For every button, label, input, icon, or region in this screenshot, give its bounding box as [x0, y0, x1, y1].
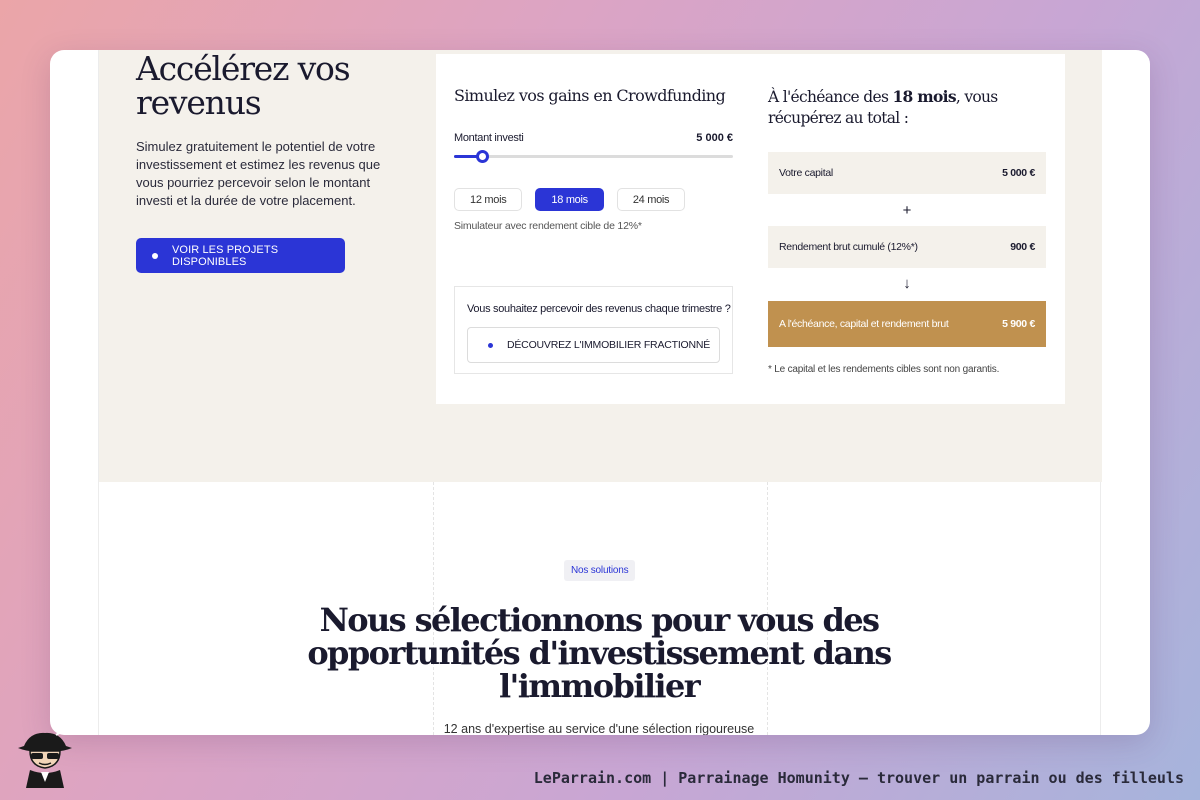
results-title-prefix: À l'échéance des — [768, 88, 893, 106]
bullet-icon — [488, 342, 493, 348]
amount-label: Montant investi — [454, 132, 524, 144]
arrow-down-icon: ↓ — [903, 275, 911, 292]
results-title-duration: 18 mois — [892, 87, 956, 106]
bullet-icon — [152, 252, 158, 259]
yield-row: Rendement brut cumulé (12%*) 900 € — [768, 226, 1046, 268]
duration-18-button[interactable]: 18 mois — [535, 188, 604, 211]
view-projects-button[interactable]: VOIR LES PROJETS DISPONIBLES — [136, 238, 345, 273]
capital-row: Votre capital 5 000 € — [768, 152, 1046, 194]
duration-24-button[interactable]: 24 mois — [616, 188, 686, 211]
quarterly-box: Vous souhaitez percevoir des revenus cha… — [454, 286, 733, 374]
page-content: Accélérez vos revenus Simulez gratuiteme… — [98, 50, 1102, 735]
simulator-note: Simulateur avec rendement cible de 12%* — [454, 220, 642, 232]
total-row: A l'échéance, capital et rendement brut … — [768, 301, 1046, 347]
yield-label: Rendement brut cumulé (12%*) — [779, 241, 918, 253]
yield-value: 900 € — [1010, 241, 1035, 253]
total-value: 5 900 € — [1002, 318, 1035, 330]
total-label: A l'échéance, capital et rendement brut — [779, 318, 949, 330]
browser-window: Accélérez vos revenus Simulez gratuiteme… — [50, 50, 1150, 735]
slider-thumb[interactable] — [475, 150, 489, 163]
solutions-title: Nous sélectionnons pour vous des opportu… — [307, 601, 892, 705]
footer-caption: LeParrain.com | Parrainage Homunity — tr… — [533, 769, 1184, 787]
duration-12-button[interactable]: 12 mois — [454, 188, 523, 211]
results-disclaimer: * Le capital et les rendements cibles so… — [768, 364, 1000, 375]
fractional-realestate-label: DÉCOUVREZ L'IMMOBILIER FRACTIONNÉ — [507, 339, 711, 351]
amount-value: 5 000 € — [696, 132, 733, 144]
results-title: À l'échéance des 18 mois, vous récupérez… — [768, 86, 1058, 129]
capital-value: 5 000 € — [1002, 167, 1035, 179]
capital-label: Votre capital — [779, 167, 833, 179]
plus-icon: + — [902, 202, 912, 219]
quarterly-question: Vous souhaitez percevoir des revenus cha… — [467, 303, 731, 315]
solutions-tag: Nos solutions — [564, 560, 636, 581]
hero-description: Simulez gratuitement le potentiel de vot… — [136, 139, 381, 208]
hero-section: Accélérez vos revenus Simulez gratuiteme… — [99, 50, 1102, 482]
amount-slider[interactable] — [454, 150, 733, 163]
fractional-realestate-button[interactable]: DÉCOUVREZ L'IMMOBILIER FRACTIONNÉ — [467, 327, 720, 363]
spy-mascot-icon — [16, 726, 74, 788]
solutions-subtitle: 12 ans d'expertise au service d'une séle… — [443, 722, 755, 735]
view-projects-label: VOIR LES PROJETS DISPONIBLES — [172, 243, 279, 268]
simulator-title: Simulez vos gains en Crowdfunding — [454, 86, 726, 105]
hero-title: Accélérez vos revenus — [136, 50, 351, 122]
simulator-card: Simulez vos gains en Crowdfunding Montan… — [436, 54, 1065, 404]
duration-selector: 12 mois 18 mois 24 mois — [454, 188, 686, 211]
